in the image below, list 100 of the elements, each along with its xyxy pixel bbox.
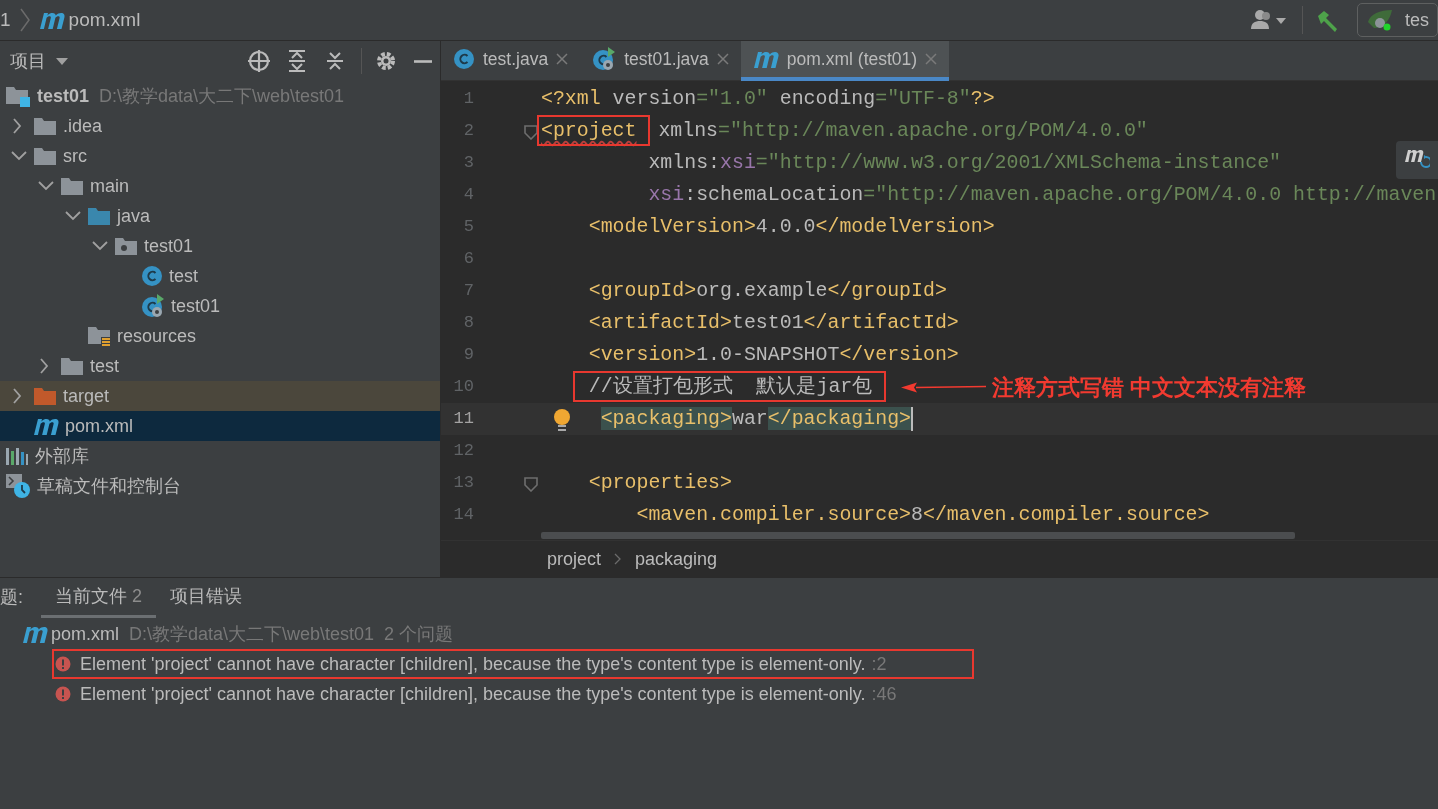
panel-title-dropdown[interactable]: 项目 (10, 47, 69, 75)
locate-button[interactable] (247, 49, 271, 73)
code-line: xmlns:xsi="http://www.w3.org/2001/XMLSchema-instance" (647, 150, 1282, 177)
annotation-text: 注释方式写错 中文文本没有注释 (992, 373, 1307, 402)
tree-item[interactable]: pom.xml (0, 411, 440, 441)
code-line: <artifactId>test01</artifactId> (587, 310, 959, 337)
code-line: <packaging>war</packaging> (599, 406, 912, 433)
code-line: <?xml version="1.0" encoding="UTF-8"?> (541, 86, 995, 113)
maven-icon (22, 624, 48, 644)
breadcrumb-item[interactable]: packaging (635, 545, 718, 573)
tree-item[interactable]: test (0, 261, 440, 291)
code-line: xsi:schemaLocation="http://maven.apache.org/POM/4.0.0 http://maven (647, 182, 1437, 209)
tree-label: pom.xml (65, 414, 133, 438)
tree-item[interactable]: test (0, 351, 440, 381)
maven-reload-button[interactable] (1396, 141, 1438, 179)
code-line: <properties> (587, 470, 732, 497)
tree-item[interactable]: java (0, 201, 440, 231)
code-line: <modelVersion>4.0.0</modelVersion> (587, 214, 995, 241)
line-number: 8 (462, 312, 475, 335)
tree-label: resources (117, 324, 197, 348)
module-folder-icon (5, 84, 31, 108)
tree-item[interactable]: resources (0, 321, 440, 351)
run-config-button[interactable]: tes (1357, 3, 1438, 37)
close-icon[interactable] (556, 53, 569, 65)
resources-folder-icon (87, 324, 111, 348)
libraries-icon (5, 446, 29, 466)
panel-label: 题: (0, 586, 23, 609)
fold-icon[interactable] (521, 122, 540, 140)
line-number: 7 (462, 280, 475, 303)
code-line: <maven.compiler.source>8</maven.compiler.source> (635, 502, 1210, 529)
folder-icon (33, 385, 57, 407)
problem-message[interactable]: Element 'project' cannot have character [children], because the type's content type is element-only. (80, 680, 866, 708)
user-button[interactable] (1250, 8, 1288, 32)
line-reference: :2 (871, 652, 887, 676)
caret-icon (55, 56, 69, 66)
tree-item[interactable]: main (0, 171, 440, 201)
issue-count: 2 个问题 (384, 622, 454, 646)
maven-icon (38, 10, 65, 30)
tree-label: test (90, 354, 119, 378)
tree-label: target (63, 384, 110, 408)
tree-item[interactable]: test01 D:\教学data\大二下\web\test01 (0, 81, 440, 111)
error-icon (55, 686, 71, 702)
path-text: D:\教学data\大二下\web\test01 (129, 622, 375, 646)
line-number: 11 (452, 408, 475, 431)
tree-label: .idea (63, 114, 103, 138)
tree-label: test (169, 264, 198, 288)
line-number: 3 (462, 152, 475, 175)
panel-tab[interactable]: 项目错误 (156, 577, 257, 618)
tree-item[interactable]: test01 (0, 231, 440, 261)
breadcrumb-item[interactable]: pom.xml (68, 5, 141, 35)
scratches-icon (5, 473, 31, 499)
tree-label: src (63, 144, 87, 168)
folder-icon (87, 205, 111, 227)
user-icon (1250, 8, 1288, 32)
tree-item[interactable]: target (0, 381, 440, 411)
tree-label: 草稿文件和控制台 (37, 474, 181, 498)
lightbulb-icon[interactable] (552, 408, 572, 434)
chevron-icon (18, 8, 31, 32)
class-icon (141, 265, 163, 287)
settings-button[interactable] (374, 49, 398, 73)
tree-item[interactable]: src (0, 141, 440, 171)
settings-icon (374, 49, 398, 73)
line-reference: :46 (871, 682, 897, 706)
scrollbar[interactable] (541, 532, 1295, 539)
class-icon (141, 294, 165, 318)
tree-item[interactable]: 草稿文件和控制台 (0, 471, 440, 501)
line-number: 10 (452, 376, 475, 399)
tree-label: test01 (144, 234, 194, 258)
locate-icon (247, 49, 271, 73)
folder-icon (33, 115, 57, 137)
tree-label: main (90, 174, 129, 198)
editor-tab[interactable]: test01.java (580, 41, 741, 81)
minimize-button[interactable] (414, 59, 432, 63)
tree-label: 外部库 (35, 444, 89, 468)
file-name[interactable]: pom.xml (51, 620, 119, 648)
fold-icon[interactable] (521, 474, 540, 492)
editor-tab[interactable]: test.java (441, 41, 581, 81)
tree-label: test01 (171, 294, 221, 318)
maven-icon (752, 49, 779, 69)
line-number: 12 (452, 440, 475, 463)
maven-icon (33, 416, 59, 436)
editor-tab[interactable]: pom.xml (test01) (740, 41, 950, 81)
tree-item[interactable]: test01 (0, 291, 440, 321)
breadcrumb-item[interactable]: project (547, 545, 602, 573)
tree-item[interactable]: 外部库 (0, 441, 440, 471)
line-number: 5 (462, 216, 475, 239)
close-icon[interactable] (716, 53, 729, 65)
tree-item[interactable]: .idea (0, 111, 440, 141)
line-number: 6 (462, 248, 475, 271)
class-icon (592, 47, 617, 71)
minimize-icon (414, 59, 432, 63)
problem-message[interactable]: Element 'project' cannot have character [children], because the type's content type is element-only. (80, 650, 866, 678)
code-line: //设置打包形式 默认是jar包 (541, 372, 895, 402)
code-line: <groupId>org.example</groupId> (587, 278, 947, 305)
line-number: 1 (462, 88, 475, 111)
tree-label: test01 (37, 84, 90, 108)
package-icon (114, 235, 138, 257)
folder-icon (33, 145, 57, 167)
breadcrumb-item[interactable]: 1 (0, 5, 11, 35)
panel-tab[interactable]: 当前文件 2 (41, 577, 157, 618)
